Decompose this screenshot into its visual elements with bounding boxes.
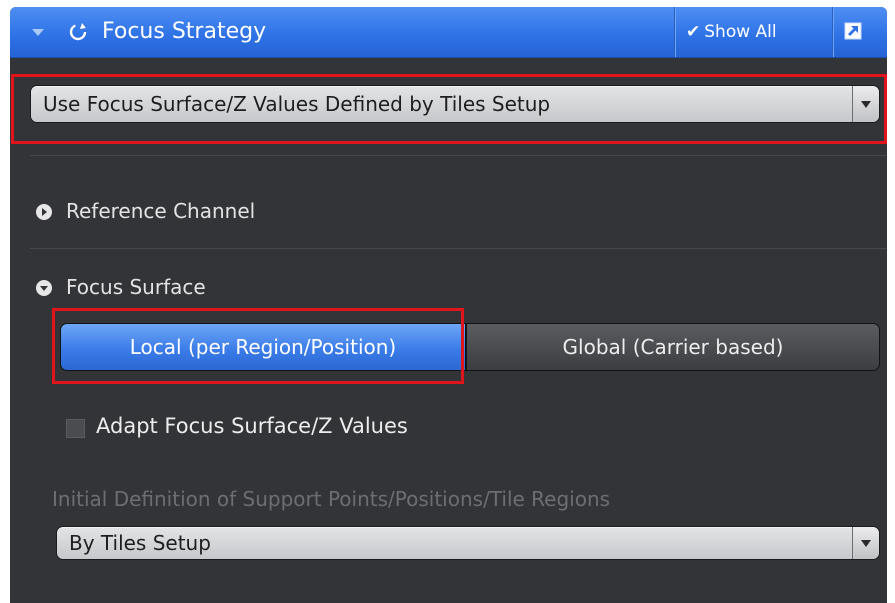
dropdown-selected-value: By Tiles Setup	[69, 531, 211, 555]
focus-strategy-dropdown[interactable]: Use Focus Surface/Z Values Defined by Ti…	[30, 85, 880, 123]
panel-title: Focus Strategy	[102, 19, 267, 44]
refresh-icon	[69, 23, 87, 41]
chevron-down-icon[interactable]	[32, 29, 44, 36]
expand-down-icon	[36, 280, 52, 296]
expand-right-icon	[36, 204, 52, 220]
chevron-down-icon	[861, 101, 871, 108]
panel-header: Focus Strategy ✔ Show All	[10, 7, 887, 58]
show-all-label: Show All	[704, 22, 777, 42]
segment-global[interactable]: Global (Carrier based)	[466, 323, 880, 371]
dropdown-button[interactable]	[852, 86, 879, 122]
checkmark-icon: ✔	[686, 22, 701, 42]
initial-definition-dropdown[interactable]: By Tiles Setup	[56, 526, 880, 560]
chevron-down-icon	[861, 540, 871, 547]
header-divider	[674, 7, 676, 57]
adapt-focus-checkbox[interactable]	[66, 419, 85, 438]
dropdown-button[interactable]	[852, 527, 879, 559]
dropdown-selected-value: Use Focus Surface/Z Values Defined by Ti…	[43, 92, 551, 116]
divider	[30, 155, 887, 156]
section-label: Reference Channel	[66, 199, 256, 223]
initial-definition-label: Initial Definition of Support Points/Pos…	[52, 487, 611, 511]
segment-local[interactable]: Local (per Region/Position)	[60, 323, 466, 371]
section-label: Focus Surface	[66, 275, 206, 299]
checkbox-label: Adapt Focus Surface/Z Values	[96, 414, 408, 438]
show-all-button[interactable]: ✔ Show All	[686, 19, 777, 45]
header-divider	[832, 7, 834, 57]
focus-strategy-panel: Focus Strategy ✔ Show All Use Focus Surfa…	[10, 7, 887, 603]
popout-icon[interactable]	[843, 21, 863, 41]
divider	[30, 248, 887, 249]
